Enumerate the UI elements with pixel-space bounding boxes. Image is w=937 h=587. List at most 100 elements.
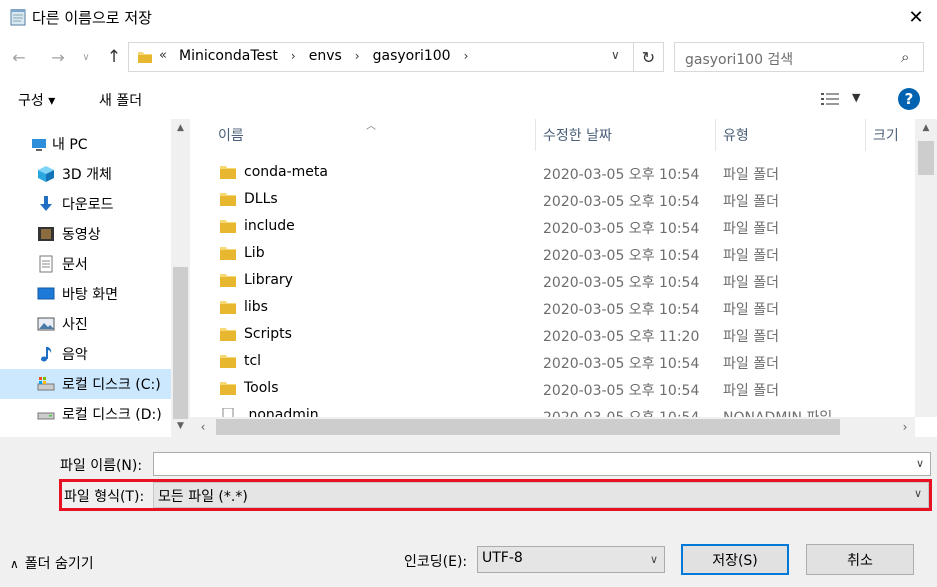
organize-button[interactable]: 구성 ▾	[18, 90, 55, 110]
help-icon[interactable]: ?	[898, 88, 920, 110]
scroll-up-icon[interactable]: ▲	[915, 119, 937, 137]
nav-label: 3D 개체	[62, 167, 112, 183]
scroll-up-icon[interactable]: ▲	[171, 119, 190, 137]
nav-item-desktop[interactable]: 바탕 화면	[0, 279, 171, 309]
nav-item-music[interactable]: 음악	[0, 339, 171, 369]
folder-icon	[220, 355, 236, 368]
scroll-right-icon[interactable]: ›	[895, 417, 915, 437]
scroll-down-icon[interactable]: ▼	[171, 417, 190, 435]
file-modified: 2020-03-05 오후 10:54	[543, 194, 700, 210]
save-button[interactable]: 저장(S)	[681, 544, 789, 575]
nav-scrollbar[interactable]: ▲ ▼	[171, 119, 190, 437]
nav-label: 사진	[62, 317, 88, 333]
chevron-down-icon[interactable]: ∨	[914, 487, 922, 500]
up-arrow-icon: ↑	[106, 47, 122, 67]
breadcrumb: MinicondaTest › envs › gasyori100 ›	[179, 48, 481, 64]
address-bar[interactable]: « MinicondaTest › envs › gasyori100 › ∨ …	[128, 42, 664, 72]
address-dropdown-icon[interactable]: ∨	[611, 48, 620, 62]
navigation-pane: 내 PC 3D 개체 다운로드 동영상 문서 바탕 화면 사진 음악 로컬 디스…	[0, 119, 190, 437]
close-button[interactable]: ✕	[895, 0, 937, 34]
file-modified: 2020-03-05 오후 10:54	[543, 356, 700, 372]
file-modified: 2020-03-05 오후 10:54	[543, 302, 700, 318]
column-header-modified[interactable]: 수정한 날짜	[543, 119, 612, 151]
filetype-value: 모든 파일 (*.*)	[158, 489, 248, 505]
nav-item-videos[interactable]: 동영상	[0, 219, 171, 249]
file-row[interactable]: DLLs 2020-03-05 오후 10:54 파일 폴더	[190, 187, 910, 214]
back-button[interactable]: ←	[5, 43, 33, 71]
column-header-name[interactable]: 이름	[218, 119, 244, 151]
file-row[interactable]: conda-meta 2020-03-05 오후 10:54 파일 폴더	[190, 160, 910, 187]
hide-folders-toggle[interactable]: ∧ 폴더 숨기기	[10, 553, 94, 573]
column-header-type[interactable]: 유형	[723, 119, 749, 151]
document-icon	[39, 255, 53, 273]
file-row[interactable]: tcl 2020-03-05 오후 10:54 파일 폴더	[190, 349, 910, 376]
scrollbar-thumb[interactable]	[173, 267, 188, 419]
music-icon	[41, 347, 52, 362]
chevron-right-icon[interactable]: ›	[464, 49, 469, 63]
nav-label: 바탕 화면	[62, 287, 118, 303]
file-name: Scripts	[244, 326, 292, 342]
nav-item-downloads[interactable]: 다운로드	[0, 189, 171, 219]
file-type: 파일 폴더	[723, 167, 779, 183]
nav-item-this-pc[interactable]: 내 PC	[0, 129, 171, 159]
file-list-vertical-scrollbar[interactable]: ▲	[915, 119, 937, 417]
file-row[interactable]: Tools 2020-03-05 오후 10:54 파일 폴더	[190, 376, 910, 403]
file-name: libs	[244, 299, 268, 315]
drive-d-icon	[37, 412, 55, 420]
breadcrumb-item[interactable]: MinicondaTest	[179, 48, 278, 64]
new-folder-button[interactable]: 새 폴더	[99, 90, 142, 110]
scrollbar-thumb[interactable]	[918, 141, 934, 175]
file-row[interactable]: libs 2020-03-05 오후 10:54 파일 폴더	[190, 295, 910, 322]
nav-label: 다운로드	[62, 197, 114, 213]
up-button[interactable]: ↑	[100, 43, 128, 71]
file-row[interactable]: Scripts 2020-03-05 오후 11:20 파일 폴더	[190, 322, 910, 349]
encoding-select[interactable]: UTF-8 ∨	[477, 546, 665, 573]
file-name: tcl	[244, 353, 262, 369]
column-divider[interactable]	[535, 119, 536, 151]
view-options-icon[interactable]	[821, 92, 839, 108]
scroll-left-icon[interactable]: ‹	[193, 417, 213, 437]
chevron-right-icon[interactable]: ›	[355, 49, 360, 63]
video-icon	[38, 227, 54, 241]
file-name: include	[244, 218, 295, 234]
breadcrumb-item[interactable]: gasyori100	[373, 48, 451, 64]
picture-icon	[37, 317, 55, 331]
cancel-button[interactable]: 취소	[806, 544, 914, 575]
address-overflow[interactable]: «	[159, 48, 167, 63]
nav-item-drive-c[interactable]: 로컬 디스크 (C:)	[0, 369, 171, 399]
recent-locations-button[interactable]: ∨	[76, 43, 96, 71]
file-modified: 2020-03-05 오후 10:54	[543, 167, 700, 183]
search-icon[interactable]: ⌕	[901, 48, 909, 66]
search-placeholder: gasyori100 검색	[685, 52, 794, 68]
nav-item-drive-d[interactable]: 로컬 디스크 (D:)	[0, 399, 171, 429]
chevron-right-icon[interactable]: ›	[291, 49, 296, 63]
view-dropdown-icon[interactable]: ▼	[852, 91, 860, 104]
scrollbar-thumb[interactable]	[216, 419, 840, 435]
breadcrumb-item[interactable]: envs	[309, 48, 342, 64]
file-row[interactable]: Library 2020-03-05 오후 10:54 파일 폴더	[190, 268, 910, 295]
desktop-icon	[37, 287, 55, 300]
nav-item-documents[interactable]: 문서	[0, 249, 171, 279]
file-row[interactable]: include 2020-03-05 오후 10:54 파일 폴더	[190, 214, 910, 241]
column-divider[interactable]	[715, 119, 716, 151]
folder-icon	[220, 301, 236, 314]
refresh-button[interactable]: ↻	[633, 43, 663, 71]
file-modified: 2020-03-05 오후 10:54	[543, 275, 700, 291]
file-row[interactable]: Lib 2020-03-05 오후 10:54 파일 폴더	[190, 241, 910, 268]
filename-input[interactable]: ∨	[153, 452, 931, 476]
nav-item-pictures[interactable]: 사진	[0, 309, 171, 339]
chevron-down-icon[interactable]: ∨	[916, 457, 924, 470]
filetype-select[interactable]: 모든 파일 (*.*) ∨	[153, 482, 929, 508]
column-header-size[interactable]: 크기	[873, 119, 899, 151]
hide-folders-label: 폴더 숨기기	[24, 556, 94, 572]
file-name: DLLs	[244, 191, 278, 207]
search-box[interactable]: gasyori100 검색 ⌕	[674, 42, 924, 72]
file-list-horizontal-scrollbar[interactable]: ‹ ›	[190, 417, 915, 437]
window-title: 다른 이름으로 저장	[32, 9, 152, 27]
column-divider[interactable]	[865, 119, 866, 151]
nav-item-3d-objects[interactable]: 3D 개체	[0, 159, 171, 189]
forward-button[interactable]: →	[44, 43, 72, 71]
refresh-icon: ↻	[641, 47, 656, 67]
chevron-down-icon[interactable]: ∨	[650, 553, 658, 566]
file-modified: 2020-03-05 오후 10:54	[543, 383, 700, 399]
